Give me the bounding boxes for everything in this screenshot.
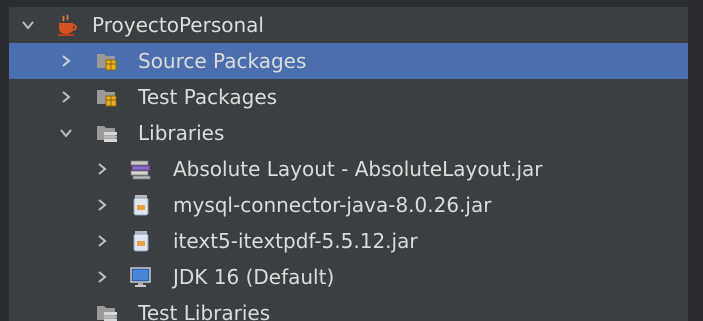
tree-node-label: Test Libraries xyxy=(138,301,271,321)
package-folder-icon xyxy=(95,49,119,73)
coffee-cup-icon xyxy=(55,13,79,37)
tree-node-label: Test Packages xyxy=(138,85,278,109)
tree-node-source-packages[interactable]: Source Packages xyxy=(9,43,688,79)
chevron-right-icon[interactable] xyxy=(95,259,109,295)
tree-node-label: Libraries xyxy=(138,121,225,145)
tree-node-library-item[interactable]: mysql-connector-java-8.0.26.jar xyxy=(9,187,688,223)
chevron-right-icon[interactable] xyxy=(59,43,73,79)
library-folder-icon xyxy=(95,301,119,321)
tree-node-test-libraries[interactable]: Test Libraries xyxy=(9,295,688,321)
tree-node-library-item[interactable]: itext5-itextpdf-5.5.12.jar xyxy=(9,223,688,259)
chevron-down-icon[interactable] xyxy=(59,115,73,151)
tree-node-project[interactable]: ProyectoPersonal xyxy=(9,7,688,43)
tree-node-label: Absolute Layout - AbsoluteLayout.jar xyxy=(173,157,543,181)
chevron-right-icon[interactable] xyxy=(95,151,109,187)
tree-node-library-item[interactable]: Absolute Layout - AbsoluteLayout.jar xyxy=(9,151,688,187)
chevron-right-icon[interactable] xyxy=(95,187,109,223)
tree-node-label: Source Packages xyxy=(138,49,307,73)
books-icon xyxy=(129,157,153,181)
library-folder-icon xyxy=(95,121,119,145)
tree-node-test-packages[interactable]: Test Packages xyxy=(9,79,688,115)
jar-file-icon xyxy=(129,193,153,217)
tree-node-label: itext5-itextpdf-5.5.12.jar xyxy=(173,229,418,253)
jdk-monitor-icon xyxy=(129,265,153,289)
chevron-right-icon[interactable] xyxy=(59,79,73,115)
package-folder-icon xyxy=(95,85,119,109)
tree-node-libraries[interactable]: Libraries xyxy=(9,115,688,151)
tree-node-label: ProyectoPersonal xyxy=(92,13,264,37)
tree-node-label: JDK 16 (Default) xyxy=(173,265,335,289)
jar-file-icon xyxy=(129,229,153,253)
tree-node-library-item[interactable]: JDK 16 (Default) xyxy=(9,259,688,295)
chevron-right-icon[interactable] xyxy=(95,223,109,259)
tree-node-label: mysql-connector-java-8.0.26.jar xyxy=(173,193,492,217)
chevron-down-icon[interactable] xyxy=(21,7,35,43)
project-tree: ProyectoPersonal Source Packages Test Pa… xyxy=(9,7,688,321)
